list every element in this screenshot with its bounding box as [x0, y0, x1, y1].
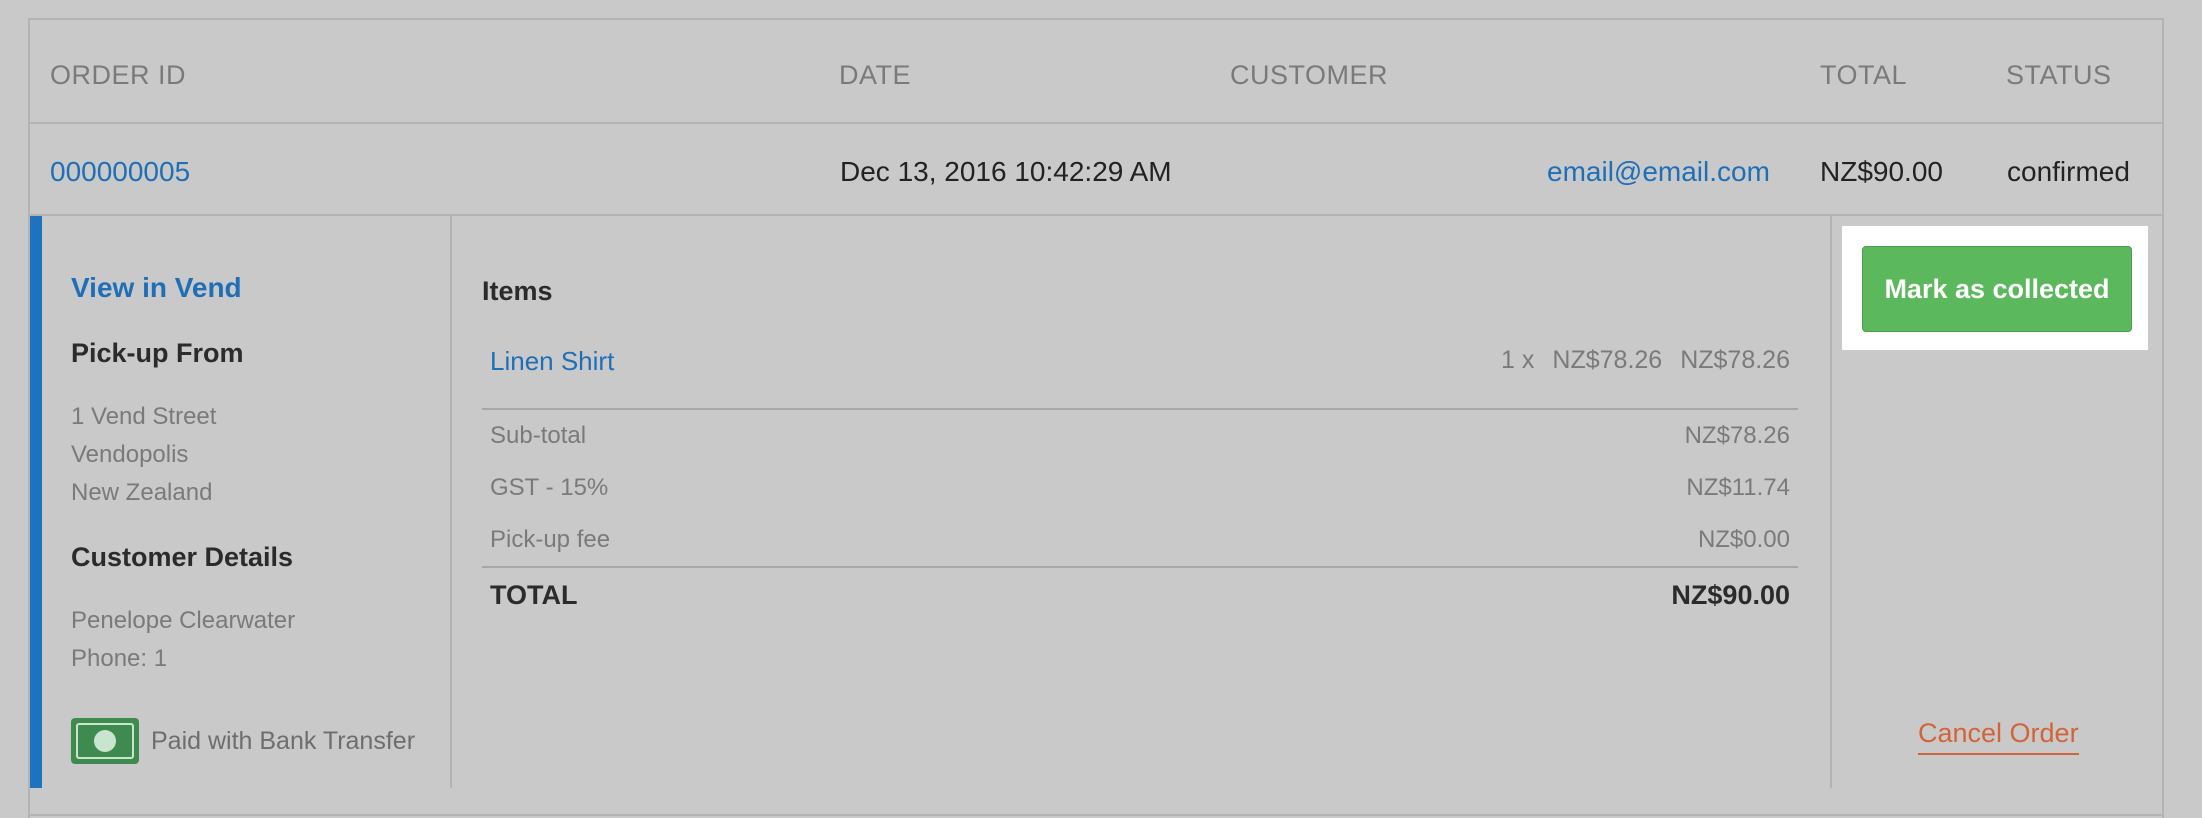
tax-row: GST - 15% NZ$11.74 — [490, 474, 1790, 514]
view-in-vend-link[interactable]: View in Vend — [71, 272, 242, 304]
subtotal-value: NZ$78.26 — [1684, 422, 1790, 449]
payment-method: Paid with Bank Transfer — [71, 718, 415, 764]
tax-value: NZ$11.74 — [1686, 474, 1790, 501]
pickup-address-line: 1 Vend Street — [71, 403, 217, 430]
item-values: 1 x NZ$78.26 NZ$78.26 — [1501, 346, 1790, 375]
fee-value: NZ$0.00 — [1697, 526, 1790, 553]
cancel-order-link[interactable]: Cancel Order — [1918, 718, 2079, 755]
customer-phone: Phone: 1 — [71, 645, 168, 672]
pickup-address-line: Vendopolis — [71, 441, 189, 468]
order-date: Dec 13, 2016 10:42:29 AM — [840, 156, 1172, 187]
table-header: ORDER ID DATE CUSTOMER TOTAL STATUS — [30, 20, 2162, 124]
header-status: STATUS — [2006, 60, 2112, 90]
mark-as-collected-button[interactable]: Mark as collected — [1862, 246, 2132, 332]
order-status: confirmed — [2007, 156, 2130, 187]
header-order-id: ORDER ID — [50, 60, 187, 90]
fee-label: Pick-up fee — [490, 526, 611, 553]
subtotal-row: Sub-total NZ$78.26 — [490, 422, 1790, 462]
pickup-address-line: New Zealand — [71, 479, 213, 506]
item-name-link[interactable]: Linen Shirt — [490, 346, 614, 377]
order-id-link[interactable]: 000000005 — [50, 156, 190, 188]
tax-label: GST - 15% — [490, 474, 609, 501]
divider — [482, 408, 1798, 410]
table-row[interactable]: 000000005 Dec 13, 2016 10:42:29 AM email… — [30, 124, 2162, 216]
payment-text: Paid with Bank Transfer — [151, 726, 416, 755]
customer-email-link[interactable]: email@email.com — [1547, 156, 1770, 188]
item-line-total: NZ$78.26 — [1680, 346, 1790, 374]
customer-details-heading: Customer Details — [71, 542, 294, 572]
actions-column: Mark as collected Cancel Order — [1832, 216, 2164, 788]
total-label: TOTAL — [490, 580, 578, 610]
divider — [482, 566, 1798, 568]
money-icon — [71, 718, 139, 764]
item-unit-price: NZ$78.26 — [1552, 346, 1663, 374]
total-row: TOTAL NZ$90.00 — [490, 580, 1790, 620]
customer-name: Penelope Clearwater — [71, 607, 296, 634]
accent-bar — [30, 216, 42, 788]
order-detail-panel: View in Vend Pick-up From 1 Vend Street … — [30, 216, 2162, 816]
list-item: Linen Shirt 1 x NZ$78.26 NZ$78.26 — [490, 346, 1790, 386]
total-value: NZ$90.00 — [1671, 580, 1790, 610]
order-info-column: View in Vend Pick-up From 1 Vend Street … — [42, 216, 452, 788]
subtotal-label: Sub-total — [490, 422, 587, 449]
order-total: NZ$90.00 — [1820, 156, 1943, 187]
header-total: TOTAL — [1820, 60, 1908, 90]
header-date: DATE — [839, 60, 912, 90]
fee-row: Pick-up fee NZ$0.00 — [490, 526, 1790, 566]
item-qty: 1 x — [1501, 346, 1535, 374]
pickup-heading: Pick-up From — [71, 338, 244, 368]
orders-table: ORDER ID DATE CUSTOMER TOTAL STATUS 0000… — [28, 18, 2164, 818]
items-title: Items — [482, 276, 553, 306]
collect-button-highlight: Mark as collected — [1842, 226, 2148, 350]
items-column: Items Linen Shirt 1 x NZ$78.26 NZ$78.26 Su… — [452, 216, 1832, 788]
header-customer: CUSTOMER — [1230, 60, 1389, 90]
